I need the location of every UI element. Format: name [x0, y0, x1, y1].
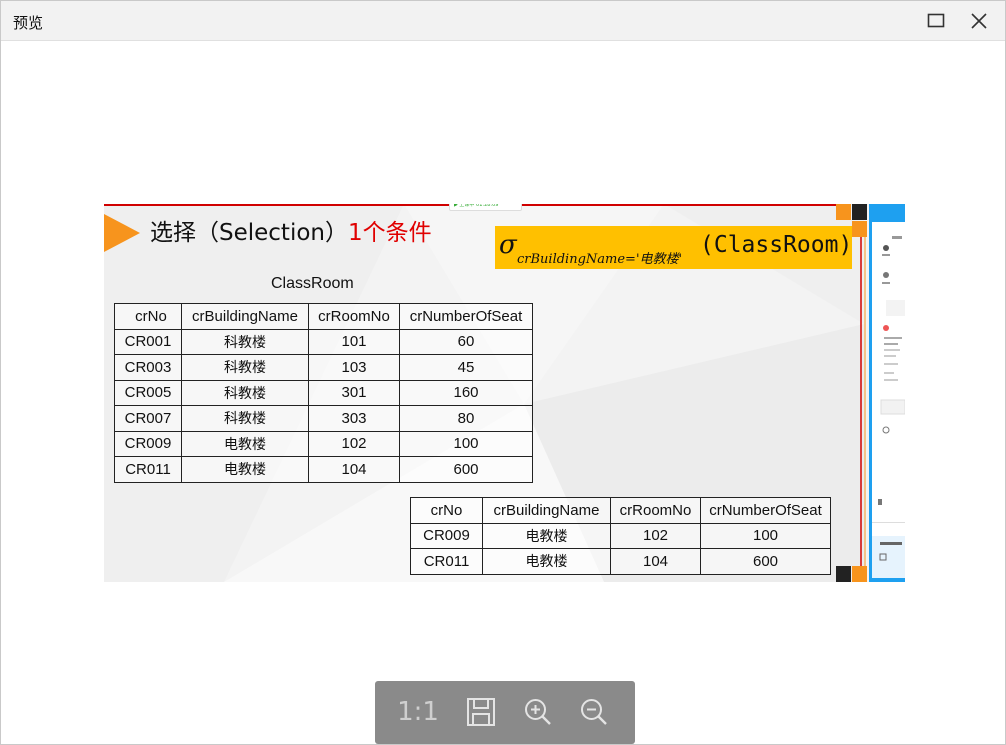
selection-formula: σ crBuildingName='电教楼' (ClassRoom) [495, 226, 852, 269]
viewer-toolbar: 1:1 [375, 681, 635, 744]
slide-heading: 选择（Selection）1个条件 [150, 213, 432, 247]
table-cell: CR003 [114, 354, 182, 381]
table-cell: 102 [308, 430, 400, 457]
slide-image: ▶ 上课中 01:28:09 选择（Selection）1个条件 σ crBui… [104, 204, 905, 582]
orange-arrow-icon [104, 214, 140, 252]
close-button[interactable] [961, 5, 997, 37]
save-button[interactable] [463, 695, 499, 729]
table-caption: ClassRoom [271, 275, 354, 292]
table-cell: 600 [399, 456, 533, 483]
sigma-symbol: σ [499, 230, 517, 260]
table-cell: CR007 [114, 405, 182, 432]
table-row: CR003 科教楼 103 45 [114, 354, 533, 381]
table-cell: 100 [399, 430, 533, 457]
table-cell: 600 [700, 548, 831, 575]
column-header: crRoomNo [308, 303, 400, 330]
column-header: crNumberOfSeat [700, 497, 831, 524]
table-cell: 102 [610, 522, 701, 549]
table-cell: 301 [308, 379, 400, 406]
table-cell: 科教楼 [181, 328, 309, 355]
zoom-out-button[interactable] [576, 695, 612, 729]
source-table: crNo crBuildingName crRoomNo crNumberOfS… [114, 303, 533, 483]
table-cell: 电教楼 [181, 430, 309, 457]
live-status-strip: ▶ 上课中 01:28:09 [449, 204, 522, 211]
title-bar: 预览 [1, 1, 1005, 41]
table-cell: CR005 [114, 379, 182, 406]
slide-corner-decoration [836, 204, 867, 582]
heading-highlight: 1个条件 [348, 220, 432, 246]
table-row: CR011 电教楼 104 600 [114, 456, 533, 483]
table-cell: 科教楼 [181, 379, 309, 406]
column-header: crRoomNo [610, 497, 701, 524]
table-cell: 60 [399, 328, 533, 355]
column-header: crBuildingName [181, 303, 309, 330]
column-header: crNumberOfSeat [399, 303, 533, 330]
table-cell: 科教楼 [181, 405, 309, 432]
table-cell: 101 [308, 328, 400, 355]
column-header: crNo [114, 303, 182, 330]
table-cell: 100 [700, 522, 831, 549]
window-title: 预览 [13, 14, 44, 32]
side-panel [869, 204, 905, 582]
table-row: CR005 科教楼 301 160 [114, 379, 533, 406]
table-row: CR009 电教楼 102 100 [114, 430, 533, 457]
result-table: crNo crBuildingName crRoomNo crNumberOfS… [410, 497, 831, 575]
maximize-icon [927, 13, 945, 28]
table-cell: 电教楼 [181, 456, 309, 483]
table-cell: 104 [610, 548, 701, 575]
maximize-button[interactable] [918, 5, 954, 37]
column-header: crNo [410, 497, 483, 524]
save-icon [467, 698, 495, 726]
formula-relation: (ClassRoom) [700, 232, 853, 258]
table-cell: 电教楼 [482, 548, 611, 575]
table-header-row: crNo crBuildingName crRoomNo crNumberOfS… [114, 303, 533, 330]
table-header-row: crNo crBuildingName crRoomNo crNumberOfS… [410, 497, 831, 524]
close-icon [971, 13, 987, 29]
table-cell: 103 [308, 354, 400, 381]
actual-size-button[interactable]: 1:1 [397, 695, 439, 729]
zoom-in-button[interactable] [520, 695, 556, 729]
zoom-in-icon [525, 699, 551, 725]
table-cell: 104 [308, 456, 400, 483]
table-row: CR001 科教楼 101 60 [114, 328, 533, 355]
table-cell: 303 [308, 405, 400, 432]
table-cell: CR001 [114, 328, 182, 355]
table-cell: 160 [399, 379, 533, 406]
heading-text: 选择（Selection） [150, 220, 348, 246]
table-cell: 45 [399, 354, 533, 381]
table-cell: CR009 [410, 522, 483, 549]
table-row: CR009 电教楼 102 100 [410, 522, 831, 549]
side-panel-content [872, 222, 905, 578]
preview-window: 预览 ▶ 上课中 01:28:09 选择（Selection）1个条件 σ cr… [0, 0, 1006, 745]
formula-condition: crBuildingName='电教楼' [517, 252, 683, 267]
table-cell: 80 [399, 405, 533, 432]
table-cell: 电教楼 [482, 522, 611, 549]
zoom-out-icon [581, 699, 607, 725]
table-row: CR007 科教楼 303 80 [114, 405, 533, 432]
table-cell: 科教楼 [181, 354, 309, 381]
table-cell: CR011 [410, 548, 483, 575]
table-cell: CR011 [114, 456, 182, 483]
column-header: crBuildingName [482, 497, 611, 524]
table-row: CR011 电教楼 104 600 [410, 548, 831, 575]
side-panel-thumbnail [872, 222, 905, 578]
table-cell: CR009 [114, 430, 182, 457]
